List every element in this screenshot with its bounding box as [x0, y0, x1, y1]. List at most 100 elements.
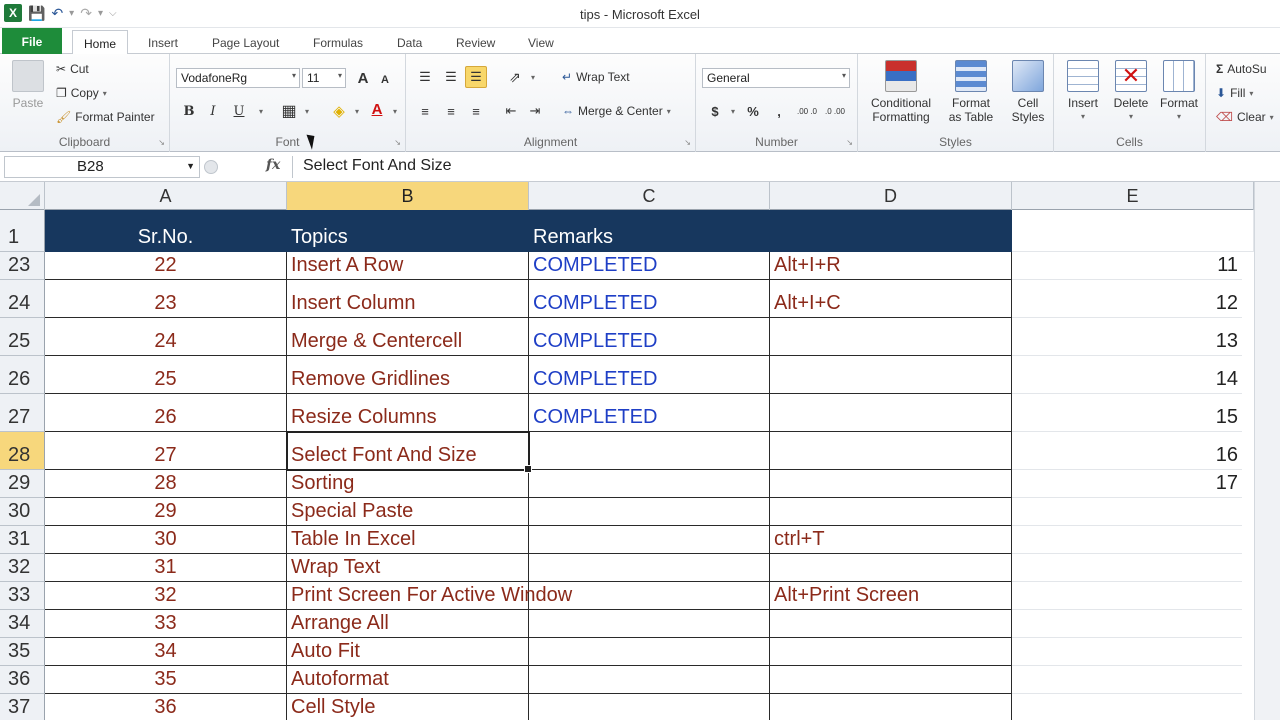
row-header[interactable]: 37 [0, 694, 45, 720]
tab-insert[interactable]: Insert [142, 32, 184, 54]
clipboard-launcher-icon[interactable]: ↘ [158, 138, 165, 147]
cell-topic[interactable]: Resize Columns [287, 394, 529, 432]
column-header-a[interactable]: A [45, 182, 287, 210]
cell-topic[interactable]: Auto Fit [287, 638, 529, 666]
currency-dropdown-icon[interactable]: ▾ [722, 100, 744, 122]
cell-remarks[interactable] [529, 666, 770, 694]
orientation-dropdown-icon[interactable]: ▾ [522, 66, 544, 88]
cell-sr-no[interactable]: 35 [45, 666, 287, 694]
fill-dropdown-icon[interactable]: ▾ [1249, 89, 1253, 98]
cell-sr-no[interactable]: 27 [45, 432, 287, 470]
shrink-font-button[interactable]: A [374, 69, 396, 91]
comma-button[interactable]: , [768, 100, 790, 122]
align-bottom-icon[interactable]: ☰ [465, 66, 487, 88]
merge-center-button[interactable]: ⇔ Merge & Center ▾ [562, 104, 671, 118]
fill-color-dropdown-icon[interactable]: ▾ [346, 100, 368, 122]
column-header-d[interactable]: D [770, 182, 1012, 210]
row-header[interactable]: 25 [0, 318, 45, 356]
cell-shortcut[interactable]: Alt+Print Screen [770, 582, 1012, 610]
number-launcher-icon[interactable]: ↘ [846, 138, 853, 147]
increase-indent-icon[interactable]: ⇥ [524, 100, 546, 122]
cell-remarks[interactable] [529, 610, 770, 638]
alignment-launcher-icon[interactable]: ↘ [684, 138, 691, 147]
format-cells-button[interactable]: Format ▾ [1156, 60, 1202, 124]
delete-cells-button[interactable]: ✕ Delete ▾ [1108, 60, 1154, 124]
cell-sr-no[interactable]: 30 [45, 526, 287, 554]
column-header-c[interactable]: C [529, 182, 770, 210]
insert-cells-button[interactable]: Insert ▾ [1060, 60, 1106, 124]
row-header[interactable]: 24 [0, 280, 45, 318]
row-header[interactable]: 30 [0, 498, 45, 526]
cell-shortcut[interactable]: ctrl+T [770, 526, 1012, 554]
row-header[interactable]: 26 [0, 356, 45, 394]
row-header[interactable]: 27 [0, 394, 45, 432]
row-header[interactable]: 36 [0, 666, 45, 694]
cell-remarks[interactable] [529, 694, 770, 720]
conditional-formatting-button[interactable]: Conditional Formatting [864, 60, 938, 124]
cell-shortcut[interactable] [770, 356, 1012, 394]
increase-decimal-button[interactable]: .00 .0 [796, 100, 818, 122]
row-header[interactable]: 29 [0, 470, 45, 498]
format-painter-button[interactable]: 🖌 Format Painter [56, 110, 155, 124]
tab-home[interactable]: Home [72, 30, 128, 55]
cell-e-header[interactable] [1012, 210, 1254, 252]
tab-view[interactable]: View [522, 32, 560, 54]
header-cell-d[interactable] [770, 210, 1012, 252]
italic-button[interactable]: I [202, 100, 224, 122]
cell-topic[interactable]: Cell Style [287, 694, 529, 720]
name-box[interactable]: B28 ▼ [4, 156, 200, 178]
cell-remarks[interactable]: COMPLETED [529, 252, 770, 280]
cell-e[interactable] [1012, 554, 1242, 582]
cell-sr-no[interactable]: 25 [45, 356, 287, 394]
paste-button[interactable]: Paste [8, 60, 48, 110]
row-header[interactable]: 28 [0, 432, 45, 470]
font-name-select[interactable]: VodafoneRg ▾ [176, 68, 300, 88]
cell-sr-no[interactable]: 28 [45, 470, 287, 498]
row-header[interactable]: 23 [0, 252, 45, 280]
cell-sr-no[interactable]: 32 [45, 582, 287, 610]
font-launcher-icon[interactable]: ↘ [394, 138, 401, 147]
cell-shortcut[interactable]: Alt+I+C [770, 280, 1012, 318]
autosum-button[interactable]: Σ AutoSu [1216, 62, 1267, 76]
cell-shortcut[interactable] [770, 694, 1012, 720]
tab-file[interactable]: File [2, 28, 62, 54]
cell-shortcut[interactable] [770, 610, 1012, 638]
underline-dropdown-icon[interactable]: ▾ [250, 100, 272, 122]
borders-dropdown-icon[interactable]: ▾ [296, 100, 318, 122]
font-size-select[interactable]: 11 ▾ [302, 68, 346, 88]
align-left-icon[interactable]: ≡ [414, 100, 436, 122]
clear-dropdown-icon[interactable]: ▾ [1270, 113, 1274, 122]
fill-button[interactable]: ⬇ Fill ▾ [1216, 86, 1253, 100]
cell-e[interactable]: 13 [1012, 318, 1242, 356]
column-header-e[interactable]: E [1012, 182, 1254, 210]
formula-bar-expand-icon[interactable] [204, 160, 218, 174]
cell-e[interactable]: 15 [1012, 394, 1242, 432]
cell-topic[interactable]: Remove Gridlines [287, 356, 529, 394]
cell-shortcut[interactable]: Alt+I+R [770, 252, 1012, 280]
tab-review[interactable]: Review [450, 32, 501, 54]
cell-topic[interactable]: Autoformat [287, 666, 529, 694]
cell-e[interactable] [1012, 694, 1242, 720]
cell-e[interactable]: 16 [1012, 432, 1242, 470]
grow-font-button[interactable]: A [352, 67, 374, 89]
bold-button[interactable]: B [178, 100, 200, 122]
cell-remarks[interactable] [529, 470, 770, 498]
cell-e[interactable] [1012, 666, 1242, 694]
cell-e[interactable] [1012, 610, 1242, 638]
tab-page-layout[interactable]: Page Layout [206, 32, 285, 54]
header-cell-topics[interactable]: Topics [287, 210, 529, 252]
cell-topic[interactable]: Select Font And Size [287, 432, 529, 470]
row-header[interactable]: 33 [0, 582, 45, 610]
cell-sr-no[interactable]: 22 [45, 252, 287, 280]
number-format-select[interactable]: General ▾ [702, 68, 850, 88]
font-color-dropdown-icon[interactable]: ▾ [384, 100, 406, 122]
align-middle-icon[interactable]: ☰ [440, 66, 462, 88]
header-cell-sr-no[interactable]: Sr.No. [45, 210, 287, 252]
cell-remarks[interactable] [529, 638, 770, 666]
align-right-icon[interactable]: ≡ [465, 100, 487, 122]
wrap-text-button[interactable]: ↵ Wrap Text [562, 70, 630, 84]
cell-e[interactable]: 11 [1012, 252, 1242, 280]
cell-e[interactable] [1012, 638, 1242, 666]
cell-sr-no[interactable]: 31 [45, 554, 287, 582]
merge-center-dropdown-icon[interactable]: ▾ [667, 107, 671, 116]
